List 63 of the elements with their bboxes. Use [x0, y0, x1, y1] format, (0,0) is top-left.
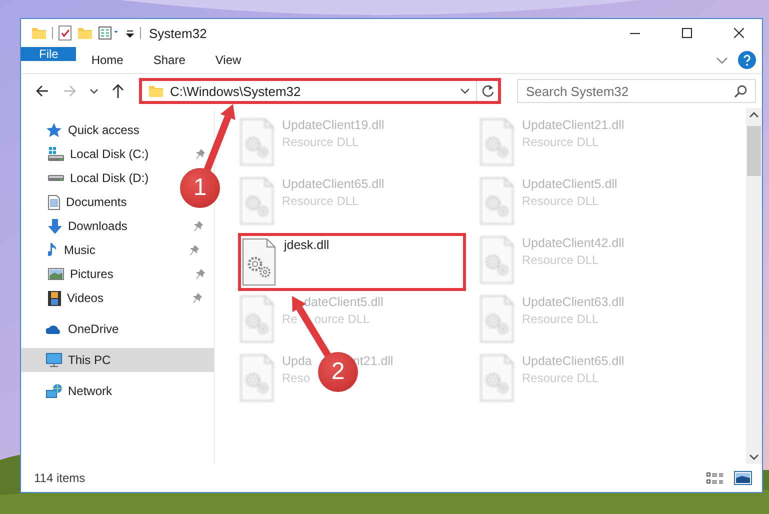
file-menu-button[interactable]: File: [21, 47, 76, 61]
file-name: Upda: [282, 354, 312, 368]
monitor-icon: [46, 353, 62, 367]
file-item[interactable]: jdesk.dll: [238, 233, 466, 291]
chevron-down-icon: [90, 88, 98, 94]
help-icon[interactable]: [738, 51, 756, 69]
file-name: UpdateClient65.dll: [282, 177, 384, 191]
folder-icon: [148, 83, 164, 99]
ribbon-tab[interactable]: View: [200, 47, 256, 73]
maximize-icon: [682, 28, 692, 38]
file-name: UpdateClient63.dll: [522, 295, 624, 309]
sidebar-item[interactable]: Music: [21, 238, 199, 262]
scrollbar[interactable]: [746, 108, 762, 464]
file-name: UpdateClient65.dll: [522, 354, 624, 368]
document-icon: [48, 194, 60, 210]
file-name: UpdateClient42.dll: [522, 236, 624, 250]
chevron-down-icon[interactable]: [460, 88, 470, 94]
item-count: 114 items: [34, 471, 86, 485]
refresh-icon: [480, 84, 494, 98]
scrollbar-thumb[interactable]: [747, 126, 761, 176]
details-view-icon[interactable]: [706, 471, 724, 485]
forward-arrow-icon: [63, 85, 77, 97]
sidebar-item[interactable]: Videos: [21, 286, 202, 310]
chevron-down-icon[interactable]: [749, 454, 759, 460]
address-path: C:\Windows\System32: [170, 84, 302, 98]
close-icon: [734, 28, 744, 38]
search-icon[interactable]: [734, 84, 748, 98]
ribbon-tab[interactable]: Home: [76, 47, 138, 73]
file-name: UpdateClient5.dll: [522, 177, 618, 191]
network-icon: [46, 384, 62, 398]
star-icon: [46, 122, 62, 138]
chevron-up-icon[interactable]: [749, 112, 759, 118]
minimize-icon: [630, 32, 640, 34]
large-icons-view-icon[interactable]: [734, 471, 752, 485]
music-note-icon: [48, 242, 58, 258]
sidebar-item[interactable]: Quick access: [21, 118, 140, 142]
window-title: System32: [149, 26, 207, 40]
sidebar-item[interactable]: Local Disk (D:): [21, 166, 149, 190]
search-field[interactable]: Search System32: [517, 79, 756, 103]
file-name: jdesk.dll: [284, 238, 330, 252]
sidebar-item[interactable]: Pictures: [21, 262, 205, 286]
sidebar-item[interactable]: Local Disk (C:): [21, 142, 205, 166]
sidebar-item[interactable]: OneDrive: [21, 317, 119, 341]
up-arrow-icon: [112, 84, 124, 98]
sidebar-item[interactable]: Documents: [21, 190, 127, 214]
address-bar[interactable]: C:\Windows\System32: [139, 78, 501, 104]
drive-icon: [48, 147, 64, 161]
picture-icon: [48, 268, 64, 280]
checklist-icon[interactable]: [58, 25, 72, 41]
view-options-icon[interactable]: [98, 25, 120, 41]
file-name: dateClient5.dll: [304, 295, 384, 309]
film-icon: [48, 290, 61, 306]
sidebar-item[interactable]: This PC: [21, 348, 214, 372]
drive-icon: [48, 175, 64, 181]
sidebar-item[interactable]: Network: [21, 379, 112, 403]
file-name: UpdateClient19.dll: [282, 118, 384, 132]
dll-file-icon[interactable]: [242, 238, 276, 286]
sidebar-item[interactable]: Downloads: [21, 214, 203, 238]
download-arrow-icon: [48, 218, 62, 234]
file-name: UpdateClient21.dll: [522, 118, 624, 132]
cloud-icon: [46, 324, 62, 334]
ribbon-tab[interactable]: Share: [138, 47, 200, 73]
back-arrow-icon: [35, 85, 49, 97]
